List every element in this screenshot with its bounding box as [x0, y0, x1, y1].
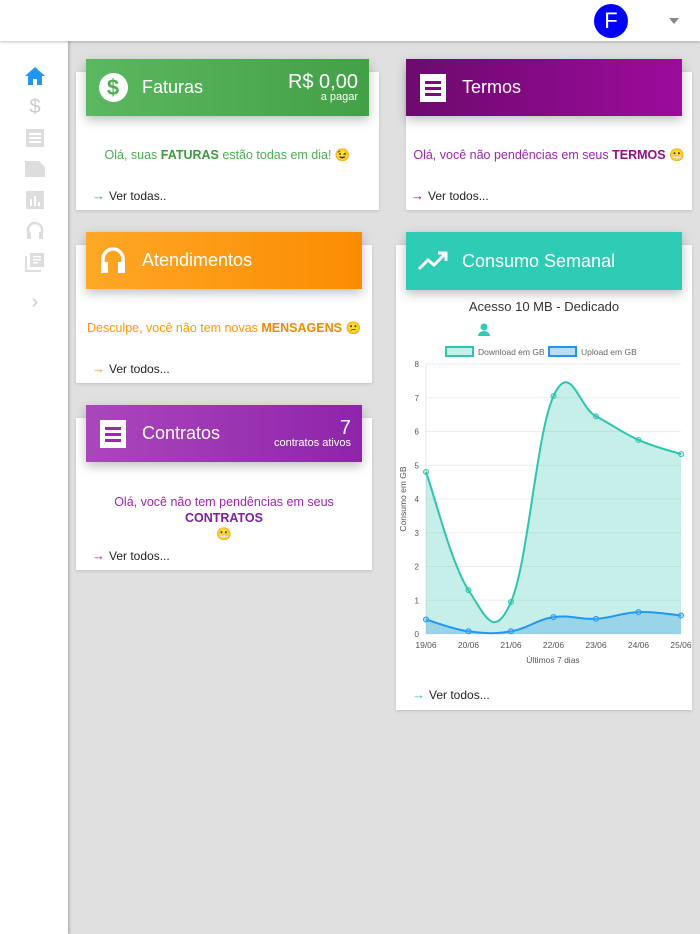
x-tick-label: 19/06: [415, 640, 437, 650]
sidebar-item-consumo[interactable]: [24, 189, 46, 211]
faturas-amount-label: a pagar: [320, 91, 358, 103]
person-icon: [478, 323, 490, 336]
y-tick-label: 2: [415, 563, 420, 572]
data-point: [508, 598, 514, 605]
home-icon: [25, 67, 45, 85]
x-axis-title: Últimos 7 dias: [526, 655, 579, 665]
sidebar-item-contratos[interactable]: [24, 158, 46, 180]
consumo-header[interactable]: Consumo Semanal: [406, 232, 682, 290]
contratos-count: 7: [339, 417, 351, 439]
sidebar-item-atendimentos[interactable]: [24, 220, 46, 242]
data-point: [550, 614, 557, 621]
receipt-icon: [98, 419, 128, 449]
data-point: [635, 609, 642, 616]
data-point: [465, 587, 472, 594]
atendimentos-title: Atendimentos: [142, 250, 253, 270]
user-menu-caret-icon[interactable]: [669, 18, 679, 24]
y-tick-label: 0: [415, 630, 420, 639]
y-tick-label: 8: [415, 360, 420, 369]
y-tick-label: 5: [415, 461, 420, 470]
data-point: [678, 612, 684, 619]
x-tick-label: 24/06: [628, 640, 650, 650]
library-icon: [25, 253, 44, 272]
receipt-icon: [26, 129, 44, 147]
consumo-title: Consumo Semanal: [462, 250, 616, 271]
note-icon: [25, 161, 45, 177]
data-point: [550, 393, 557, 400]
x-tick-label: 23/06: [585, 640, 607, 650]
x-tick-label: 22/06: [543, 640, 565, 650]
y-tick-label: 7: [415, 394, 420, 403]
y-tick-label: 6: [415, 428, 420, 437]
faturas-amount: R$ 0,00: [287, 71, 358, 93]
data-point: [423, 469, 429, 475]
series-area: [426, 382, 681, 634]
user-avatar[interactable]: F: [594, 4, 628, 38]
atendimentos-header[interactable]: Atendimentos: [86, 232, 362, 289]
dollar-icon: $: [29, 95, 41, 118]
receipt-icon: [418, 73, 448, 103]
y-axis-title: Consumo em GB: [398, 466, 408, 532]
data-point: [465, 628, 472, 635]
data-point: [635, 436, 642, 443]
data-point: [508, 628, 514, 635]
termos-header[interactable]: Termos: [406, 59, 682, 116]
faturas-title: Faturas: [142, 77, 204, 97]
legend-label: Upload em GB: [581, 347, 637, 357]
data-point: [678, 451, 684, 458]
bar-chart-icon: [26, 191, 44, 209]
headset-icon: [26, 221, 44, 239]
legend-swatch: [445, 346, 474, 357]
trending-up-icon: [418, 246, 448, 276]
contratos-title: Contratos: [142, 423, 221, 443]
legend-label: Download em GB: [478, 347, 545, 357]
y-tick-label: 3: [415, 529, 420, 538]
x-tick-label: 25/06: [670, 640, 692, 650]
y-tick-label: 1: [415, 596, 420, 605]
consumption-chart: Download em GB Upload em GB 0 1 2 3 4 5 6 7 8 19/06…: [398, 323, 692, 665]
sidebar-expand-button[interactable]: ›: [24, 291, 46, 313]
data-point: [593, 413, 599, 420]
contratos-count-label: contratos ativos: [273, 437, 351, 449]
sidebar: $ ›: [0, 41, 68, 934]
sidebar-item-termos[interactable]: [24, 127, 46, 149]
sidebar-item-faturas[interactable]: $: [24, 96, 46, 118]
legend-swatch: [548, 346, 577, 357]
sidebar-item-home[interactable]: [24, 65, 46, 87]
data-point: [423, 616, 429, 623]
data-point: [593, 615, 599, 622]
termos-title: Termos: [462, 77, 522, 97]
x-tick-label: 20/06: [458, 640, 480, 650]
x-tick-label: 21/06: [500, 640, 522, 650]
y-tick-label: 4: [415, 495, 420, 504]
sidebar-item-documentos[interactable]: [24, 251, 46, 273]
contratos-header[interactable]: Contratos 7 contratos ativos: [86, 405, 362, 462]
chevron-right-icon: ›: [31, 290, 39, 313]
headset-icon: [98, 246, 128, 276]
top-bar: F: [0, 0, 700, 41]
faturas-header[interactable]: $ Faturas R$ 0,00 a pagar: [86, 59, 369, 116]
dollar-circle-icon: $: [98, 73, 128, 103]
